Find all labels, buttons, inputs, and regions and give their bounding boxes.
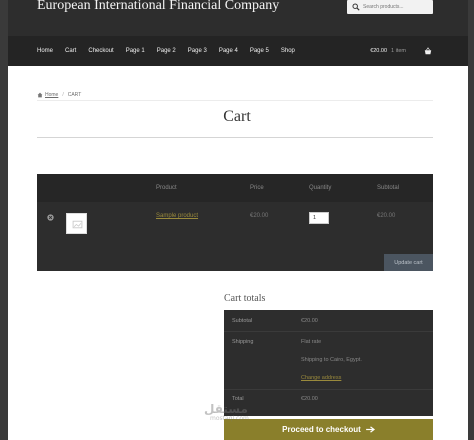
breadcrumb-current: CART [67, 92, 82, 98]
header-subtotal: Subtotal [377, 185, 400, 191]
search-box [347, 0, 433, 14]
header-product: Product [156, 185, 177, 191]
watermark-sub: mostaql.com [210, 415, 249, 422]
shipping-destination: Shipping to Cairo, Egypt. [301, 357, 362, 363]
nav-bar: Home Cart Checkout Page 1 Page 2 Page 3 … [8, 36, 468, 66]
remove-item-icon[interactable] [47, 214, 54, 221]
nav-page-1[interactable]: Page 1 [126, 48, 145, 54]
nav-page-4[interactable]: Page 4 [219, 48, 238, 54]
cart-table: Product Price Quantity Subtotal Sample p… [37, 174, 433, 271]
cart-totals-table: Subtotal €20.00 Shipping Flat rate Shipp… [224, 310, 433, 416]
totals-row-divider [224, 389, 433, 390]
update-cart-button[interactable]: Update cart [384, 254, 433, 271]
watermark: مستقل mostaql.com [204, 403, 249, 422]
change-address-link[interactable]: Change address [301, 375, 341, 381]
search-icon [352, 3, 360, 11]
home-icon [37, 92, 43, 98]
arrow-right-icon [365, 426, 375, 433]
subtotal-label: Subtotal [232, 318, 253, 324]
site-title[interactable]: European International Financial Company [37, 0, 279, 14]
header-cart-link[interactable]: €20.00 1 item [370, 36, 432, 66]
breadcrumb-divider [37, 100, 433, 101]
header-price: Price [250, 185, 264, 191]
breadcrumb: Home / CART [37, 92, 81, 98]
primary-navigation: Home Cart Checkout Page 1 Page 2 Page 3 … [37, 36, 307, 66]
product-name-link[interactable]: Sample product [156, 213, 198, 219]
cart-table-header: Product Price Quantity Subtotal [37, 174, 433, 202]
page-edge-left [0, 0, 8, 440]
header-cart-count: 1 item [391, 48, 406, 54]
nav-page-5[interactable]: Page 5 [250, 48, 269, 54]
breadcrumb-home-link[interactable]: Home [45, 92, 58, 98]
product-subtotal: €20.00 [377, 213, 396, 219]
title-divider [37, 137, 433, 138]
watermark-main: مستقل [204, 402, 248, 416]
basket-icon [424, 47, 432, 55]
nav-home[interactable]: Home [37, 48, 53, 54]
header-quantity: Quantity [309, 185, 332, 191]
shipping-label: Shipping [232, 339, 254, 345]
header-cart-total: €20.00 [370, 48, 388, 54]
totals-row-divider [224, 331, 433, 332]
nav-cart[interactable]: Cart [65, 48, 76, 54]
breadcrumb-separator: / [62, 92, 64, 98]
subtotal-value: €20.00 [301, 318, 318, 324]
shipping-method: Flat rate [301, 339, 322, 345]
nav-checkout[interactable]: Checkout [88, 48, 113, 54]
nav-page-2[interactable]: Page 2 [157, 48, 176, 54]
page-edge-right [468, 0, 474, 440]
nav-page-3[interactable]: Page 3 [188, 48, 207, 54]
image-placeholder-icon [72, 220, 83, 229]
total-value: €20.00 [301, 396, 318, 402]
page-title: Cart [223, 108, 251, 125]
checkout-label: Proceed to checkout [282, 425, 361, 434]
product-price: €20.00 [250, 213, 269, 219]
quantity-input[interactable] [309, 212, 329, 224]
cart-totals-title: Cart totals [224, 293, 266, 304]
product-thumbnail[interactable] [66, 213, 87, 234]
nav-shop[interactable]: Shop [281, 48, 295, 54]
proceed-to-checkout-button[interactable]: Proceed to checkout [224, 419, 433, 440]
search-input[interactable] [360, 4, 431, 10]
